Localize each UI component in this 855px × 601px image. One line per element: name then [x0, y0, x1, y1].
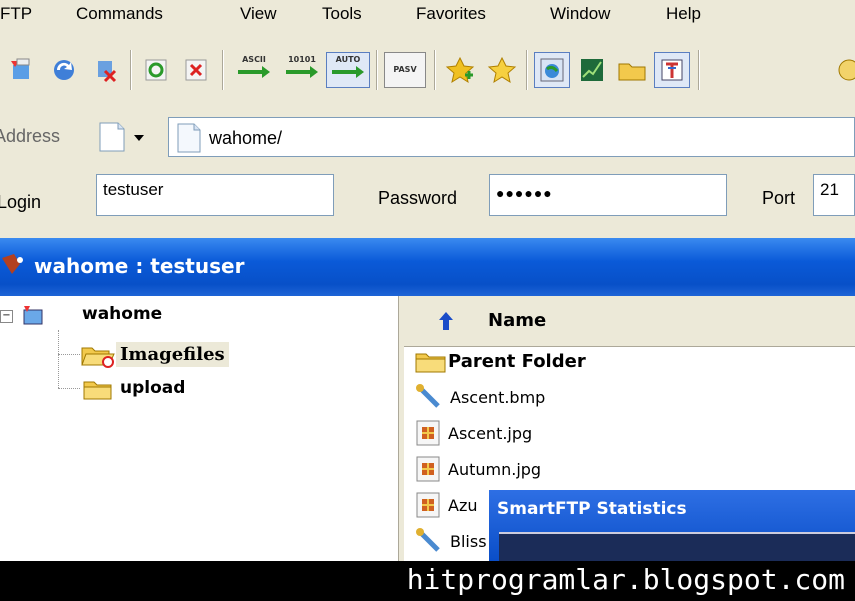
login-label: Login [0, 192, 42, 212]
panel-title-bar: wahome : testuser [0, 238, 855, 296]
folder-icon [83, 381, 112, 400]
jpeg-file-icon [416, 456, 440, 482]
transfer-queue-icon[interactable] [654, 52, 690, 88]
tree-item-upload[interactable]: upload [80, 372, 185, 404]
folder-icon[interactable] [614, 52, 650, 88]
local-browser-icon[interactable] [534, 52, 570, 88]
address-label: Address [0, 126, 61, 146]
binary-label: 10101 [288, 55, 316, 64]
collapse-toggle[interactable]: − [0, 310, 13, 323]
port-input[interactable]: 21 [813, 174, 855, 216]
panel-title: wahome : testuser [34, 254, 245, 278]
list-item[interactable]: Bliss [414, 524, 487, 558]
auto-label: AUTO [335, 55, 361, 64]
password-label: Password [378, 188, 458, 208]
disconnect-icon[interactable] [88, 52, 124, 88]
tree-item-label: upload [120, 378, 186, 398]
tree-item-label: Imagefiles [116, 341, 229, 367]
port-label: Port [762, 188, 796, 208]
bitmap-file-icon [416, 384, 440, 408]
list-item[interactable]: Azu [414, 488, 477, 522]
column-header[interactable]: Name [404, 296, 855, 347]
address-bar: Address wahome/ [0, 108, 855, 162]
bitmap-file-icon [416, 528, 440, 552]
refresh-connection-icon[interactable] [46, 52, 82, 88]
menu-view[interactable]: View [240, 4, 277, 24]
watermark-text: hitprogramlar.blogspot.com [406, 563, 845, 596]
pasv-label: PASV [393, 65, 417, 74]
menu-favorites[interactable]: Favorites [416, 4, 486, 24]
stop-icon[interactable] [178, 52, 214, 88]
list-item[interactable]: Ascent.bmp [414, 380, 545, 414]
menu-ftp[interactable]: FTP [0, 4, 32, 24]
file-name: Azu [448, 495, 478, 515]
connect-icon[interactable] [4, 52, 40, 88]
add-favorite-icon[interactable] [442, 52, 478, 88]
jpeg-file-icon [416, 492, 440, 518]
login-bar: Login testuser Password ●●●●●● Port 21 [0, 162, 855, 226]
tree-item-imagefiles[interactable]: Imagefiles [80, 338, 229, 370]
statistics-window-title: SmartFTP Statistics [497, 499, 687, 519]
statistics-window[interactable]: SmartFTP Statistics [489, 490, 855, 563]
binary-mode-button[interactable]: 10101 [280, 52, 324, 88]
refresh-icon[interactable] [138, 52, 174, 88]
menu-bar: FTP Commands View Tools Favorites Window… [0, 0, 855, 38]
list-item[interactable]: Autumn.jpg [414, 452, 541, 486]
address-history-icon[interactable] [96, 120, 148, 159]
folder-icon [415, 353, 446, 373]
jpeg-file-icon [416, 420, 440, 446]
pasv-button[interactable]: PASV [384, 52, 426, 88]
auto-mode-button[interactable]: AUTO [326, 52, 370, 88]
favorites-icon[interactable] [484, 52, 520, 88]
transfer-graph-icon[interactable] [574, 52, 610, 88]
toolbar: ASCII 10101 AUTO PASV [0, 38, 855, 104]
tree-root[interactable]: wahome [82, 304, 162, 324]
up-arrow-icon[interactable] [436, 310, 456, 332]
file-name: Ascent.bmp [450, 387, 546, 407]
ftp-connection-icon [2, 254, 23, 274]
menu-tools[interactable]: Tools [322, 4, 362, 24]
address-input[interactable]: wahome/ [168, 117, 855, 157]
server-icon [23, 306, 43, 325]
column-name-header: Name [488, 310, 547, 331]
address-value: wahome/ [209, 128, 283, 148]
list-item[interactable]: Parent Folder [414, 344, 586, 378]
more-toolbar-icon[interactable] [834, 52, 855, 88]
menu-commands[interactable]: Commands [76, 4, 163, 24]
ascii-label: ASCII [242, 55, 266, 64]
file-name: Autumn.jpg [448, 459, 542, 479]
document-icon [177, 123, 201, 153]
ascii-mode-button[interactable]: ASCII [232, 52, 276, 88]
open-folder-icon [81, 347, 115, 368]
menu-help[interactable]: Help [666, 4, 701, 24]
login-input[interactable]: testuser [96, 174, 334, 216]
file-name: Bliss [450, 531, 487, 551]
menu-window[interactable]: Window [550, 4, 610, 24]
list-item[interactable]: Ascent.jpg [414, 416, 532, 450]
statistics-window-body [499, 532, 855, 563]
watermark-bar: hitprogramlar.blogspot.com [0, 561, 855, 601]
file-name: Parent Folder [448, 350, 586, 372]
password-input[interactable]: ●●●●●● [489, 174, 727, 216]
file-name: Ascent.jpg [448, 423, 533, 443]
folder-tree: − wahome Imagefiles upload [0, 296, 398, 561]
